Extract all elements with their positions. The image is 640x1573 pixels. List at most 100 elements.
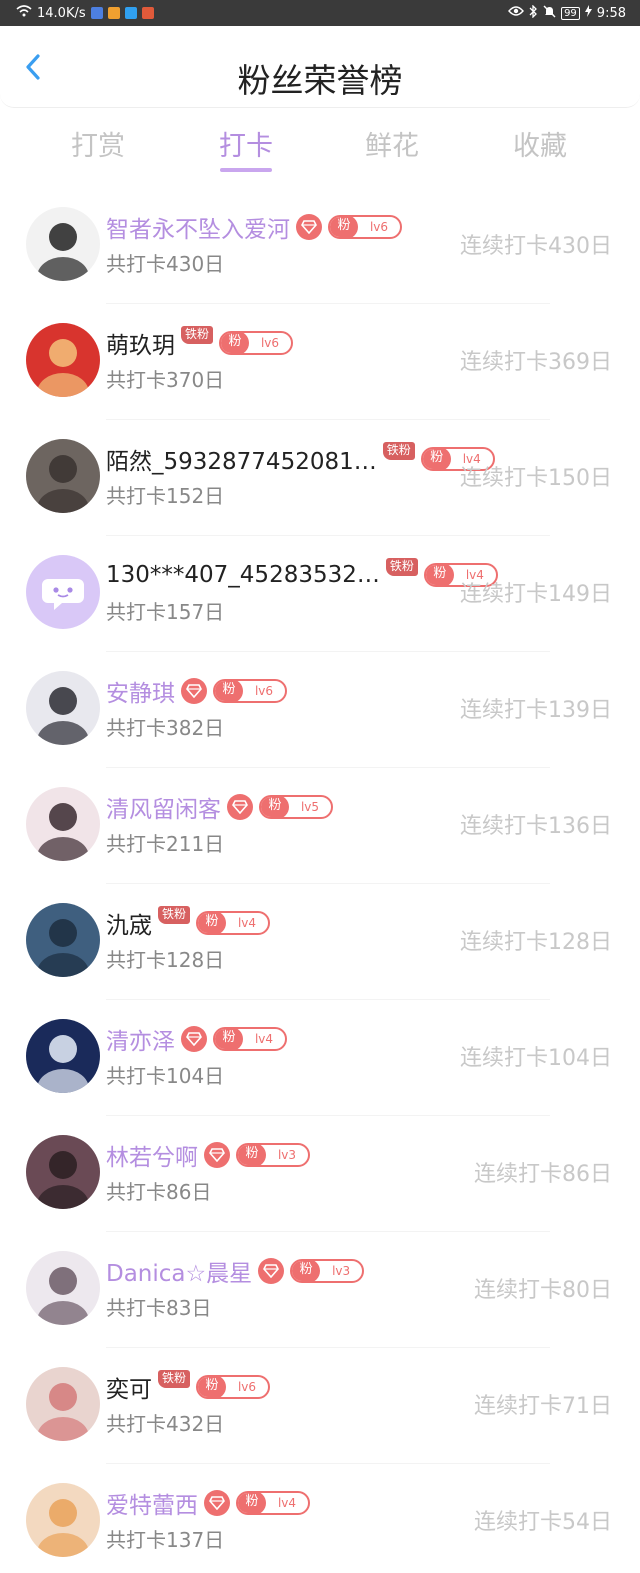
list-item[interactable]: 奕可 铁粉粉 lv6 共打卡432日 连续打卡71日 [0, 1348, 640, 1464]
avatar[interactable] [26, 207, 100, 281]
fan-level: lv6 [237, 1380, 257, 1394]
tab-checkin[interactable]: 打卡 [186, 120, 306, 172]
checkin-streak: 连续打卡150日 [460, 466, 612, 491]
name-line: 陌然_5932877452081… 铁粉粉 lv4 [106, 442, 495, 476]
user-name[interactable]: 清风留闲客 [106, 790, 221, 824]
user-name[interactable]: 清亦泽 [106, 1022, 175, 1056]
name-line: 林若兮啊 粉 lv3 [106, 1138, 310, 1172]
list-item[interactable]: 陌然_5932877452081… 铁粉粉 lv4 共打卡152日 连续打卡150日 [0, 420, 640, 536]
status-bar: 14.0K/s 99 9:58 [0, 0, 640, 26]
avatar[interactable] [26, 671, 100, 745]
checkin-streak: 连续打卡80日 [474, 1278, 612, 1303]
tab-favorites[interactable]: 收藏 [480, 120, 600, 163]
avatar[interactable] [26, 1135, 100, 1209]
checkin-streak: 连续打卡369日 [460, 350, 612, 375]
checkin-streak: 连续打卡104日 [460, 1046, 612, 1071]
user-name[interactable]: 爱特蕾西 [106, 1486, 198, 1520]
tab-bar: 打赏 打卡 鲜花 收藏 [0, 120, 640, 180]
checkin-streak: 连续打卡54日 [474, 1510, 612, 1535]
tab-flowers[interactable]: 鲜花 [332, 120, 452, 163]
fan-badge-label: 粉 [425, 565, 454, 585]
user-name[interactable]: 陌然_5932877452081… [106, 442, 377, 476]
user-name[interactable]: 萌玖玥 [106, 326, 175, 360]
user-name[interactable]: 氿宬 [106, 906, 152, 940]
name-line: 清亦泽 粉 lv4 [106, 1022, 287, 1056]
fan-badge-label: 粉 [215, 1029, 243, 1049]
iron-fan-badge: 铁粉 [382, 442, 415, 460]
list-item[interactable]: 130***407_45283532… 铁粉粉 lv4 共打卡157日 连续打卡149日 [0, 536, 640, 652]
fan-badge-label: 粉 [215, 681, 243, 701]
avatar[interactable] [26, 1251, 100, 1325]
list-item[interactable]: Danica☆晨星 粉 lv3 共打卡83日 连续打卡80日 [0, 1232, 640, 1348]
name-line: 清风留闲客 粉 lv5 [106, 790, 333, 824]
avatar[interactable] [26, 555, 100, 629]
avatar[interactable] [26, 1483, 100, 1557]
name-line: 智者永不坠入爱河 粉 lv6 [106, 210, 402, 244]
list-item[interactable]: 安静琪 粉 lv6 共打卡382日 连续打卡139日 [0, 652, 640, 768]
mute-icon [543, 5, 556, 22]
diamond-badge-icon [227, 794, 253, 820]
list-item[interactable]: 氿宬 铁粉粉 lv4 共打卡128日 连续打卡128日 [0, 884, 640, 1000]
fan-badge-label: 粉 [198, 1377, 227, 1397]
user-name[interactable]: 130***407_45283532… [106, 562, 380, 588]
total-checkin-days: 共打卡430日 [106, 252, 225, 276]
checkin-streak: 连续打卡430日 [460, 234, 612, 259]
fan-level-badge: 粉 lv3 [236, 1143, 310, 1167]
total-checkin-days: 共打卡211日 [106, 832, 225, 856]
total-checkin-days: 共打卡104日 [106, 1064, 225, 1088]
user-name[interactable]: 奕可 [106, 1370, 152, 1404]
fan-level: lv6 [260, 336, 280, 350]
avatar[interactable] [26, 323, 100, 397]
avatar[interactable] [26, 439, 100, 513]
fan-level-badge: 粉 lv6 [328, 215, 402, 239]
fan-badge-label: 粉 [238, 1493, 266, 1513]
user-name[interactable]: Danica☆晨星 [106, 1254, 252, 1288]
wifi-icon [16, 5, 32, 21]
total-checkin-days: 共打卡128日 [106, 948, 225, 972]
name-line: 爱特蕾西 粉 lv4 [106, 1486, 310, 1520]
total-checkin-days: 共打卡83日 [106, 1296, 212, 1320]
list-item[interactable]: 萌玖玥 铁粉粉 lv6 共打卡370日 连续打卡369日 [0, 304, 640, 420]
list-item[interactable]: 智者永不坠入爱河 粉 lv6 共打卡430日 连续打卡430日 [0, 188, 640, 304]
avatar[interactable] [26, 903, 100, 977]
fan-level: lv6 [254, 684, 274, 698]
net-speed: 14.0K/s [37, 5, 86, 21]
avatar[interactable] [26, 1019, 100, 1093]
fan-level: lv4 [237, 916, 257, 930]
iron-fan-badge: 铁粉 [158, 906, 191, 924]
diamond-badge-icon [204, 1490, 230, 1516]
avatar[interactable] [26, 1367, 100, 1441]
user-name[interactable]: 林若兮啊 [106, 1138, 198, 1172]
fan-badge-label: 粉 [238, 1145, 266, 1165]
page-title: 粉丝荣誉榜 [237, 61, 403, 100]
total-checkin-days: 共打卡370日 [106, 368, 225, 392]
iron-fan-badge: 铁粉 [385, 558, 418, 576]
total-checkin-days: 共打卡86日 [106, 1180, 212, 1204]
header-bar: 粉丝荣誉榜 [0, 26, 640, 108]
fan-level-badge: 粉 lv6 [196, 1375, 271, 1399]
iron-fan-badge: 铁粉 [181, 326, 214, 344]
diamond-badge-icon [204, 1142, 230, 1168]
user-name[interactable]: 安静琪 [106, 674, 175, 708]
user-name[interactable]: 智者永不坠入爱河 [106, 210, 290, 244]
bluetooth-icon [529, 3, 538, 22]
fan-badge-label: 粉 [221, 333, 250, 353]
name-line: 130***407_45283532… 铁粉粉 lv4 [106, 558, 498, 592]
fan-level: lv3 [277, 1148, 297, 1162]
fan-level-badge: 粉 lv6 [219, 331, 294, 355]
clock-time: 9:58 [596, 5, 626, 21]
list-item[interactable]: 清亦泽 粉 lv4 共打卡104日 连续打卡104日 [0, 1000, 640, 1116]
list-item[interactable]: 爱特蕾西 粉 lv4 共打卡137日 连续打卡54日 [0, 1464, 640, 1573]
fan-level-badge: 粉 lv5 [259, 795, 333, 819]
tab-reward[interactable]: 打赏 [38, 120, 158, 163]
name-line: 奕可 铁粉粉 lv6 [106, 1370, 271, 1404]
list-item[interactable]: 林若兮啊 粉 lv3 共打卡86日 连续打卡86日 [0, 1116, 640, 1232]
avatar[interactable] [26, 787, 100, 861]
fan-level-badge: 粉 lv4 [236, 1491, 310, 1515]
fan-level-badge: 粉 lv6 [213, 679, 287, 703]
total-checkin-days: 共打卡137日 [106, 1528, 225, 1552]
app-notification-icon [90, 7, 103, 19]
list-item[interactable]: 清风留闲客 粉 lv5 共打卡211日 连续打卡136日 [0, 768, 640, 884]
name-line: Danica☆晨星 粉 lv3 [106, 1254, 365, 1288]
diamond-badge-icon [296, 214, 322, 240]
